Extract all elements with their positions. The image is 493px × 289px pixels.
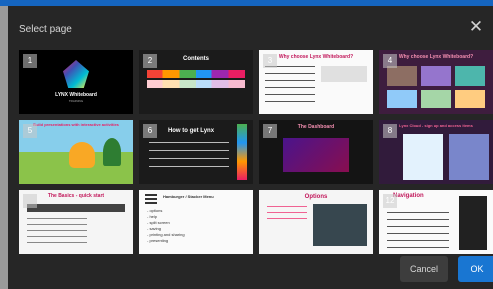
page-thumbnail[interactable]: Navigation 12 [379,190,493,254]
page-grid: LYNX Whiteboard TRAINING 1 Contents 2 Wh… [19,50,493,254]
photo-image [421,66,451,86]
lion-image [69,142,95,168]
page-title: LYNX Whiteboard [55,92,97,98]
hamburger-icon [145,194,157,204]
page-thumbnail[interactable]: How to get Lynx 6 [139,120,253,184]
page-number: 7 [263,124,277,138]
page-thumbnail[interactable]: The Dashboard 7 [259,120,373,184]
photo-image [387,66,417,86]
page-thumbnail[interactable]: The Basics - quick start [19,190,133,254]
page-thumbnail[interactable]: Hamburger / Stacker Menu - options - hel… [139,190,253,254]
bullet-list [27,218,87,248]
options-screenshot [313,204,367,246]
bullet-list [265,66,315,106]
page-title: Hamburger / Stacker Menu [163,194,214,199]
page-number: 5 [23,124,37,138]
close-icon[interactable]: ✕ [465,16,487,38]
tree-image [103,138,121,166]
cloud-screenshot [403,134,443,180]
page-title: Options [304,194,328,200]
page-number: 12 [383,194,397,208]
page-thumbnail[interactable]: Why choose Lynx Whiteboard? 4 [379,50,493,114]
dashboard-screenshot [283,138,349,172]
menu-item: - presenting [147,238,169,243]
device-image [321,66,367,82]
page-title: How to get Lynx [167,128,215,134]
bullet-list [267,206,307,224]
page-thumbnail[interactable]: Contents 2 [139,50,253,114]
menu-item: - help [147,214,158,219]
menu-item: - split screen [147,220,170,225]
contents-bar [147,80,245,88]
select-page-dialog: Select page ✕ LYNX Whiteboard TRAINING 1… [8,6,493,289]
page-number: 4 [383,54,397,68]
page-subtitle: TRAINING [68,99,84,103]
page-thumbnail[interactable]: LYNX Whiteboard TRAINING 1 [19,50,133,114]
page-thumbnail[interactable]: Why choose Lynx Whiteboard? 3 [259,50,373,114]
toolbar-image [27,204,125,212]
navigation-screenshot [459,196,487,250]
app-store-icons [237,124,247,180]
lynx-logo-icon [63,60,89,88]
page-thumbnail[interactable]: Build presentations with interactive act… [19,120,133,184]
menu-item: - saving [147,226,162,231]
dialog-title: Select page [19,24,72,35]
photo-image [387,90,417,108]
page-number [23,194,37,208]
page-thumbnail[interactable]: Options [259,190,373,254]
bullet-list [149,142,229,172]
page-number: 2 [143,54,157,68]
page-number: 6 [143,124,157,138]
cloud-screenshot [449,134,489,180]
photo-image [455,66,485,86]
page-number: 8 [383,124,397,138]
photo-image [421,90,451,108]
ok-button[interactable]: OK [458,256,493,282]
cancel-button[interactable]: Cancel [400,256,448,282]
bullet-list [387,212,449,248]
page-number: 1 [23,54,37,68]
page-thumbnail[interactable]: Lynx Cloud - sign up and access items 8 [379,120,493,184]
menu-item: - printing and sharing [147,232,185,237]
photo-image [455,90,485,108]
menu-item: - options [147,208,163,213]
contents-bar [147,70,245,78]
page-number: 3 [263,54,277,68]
